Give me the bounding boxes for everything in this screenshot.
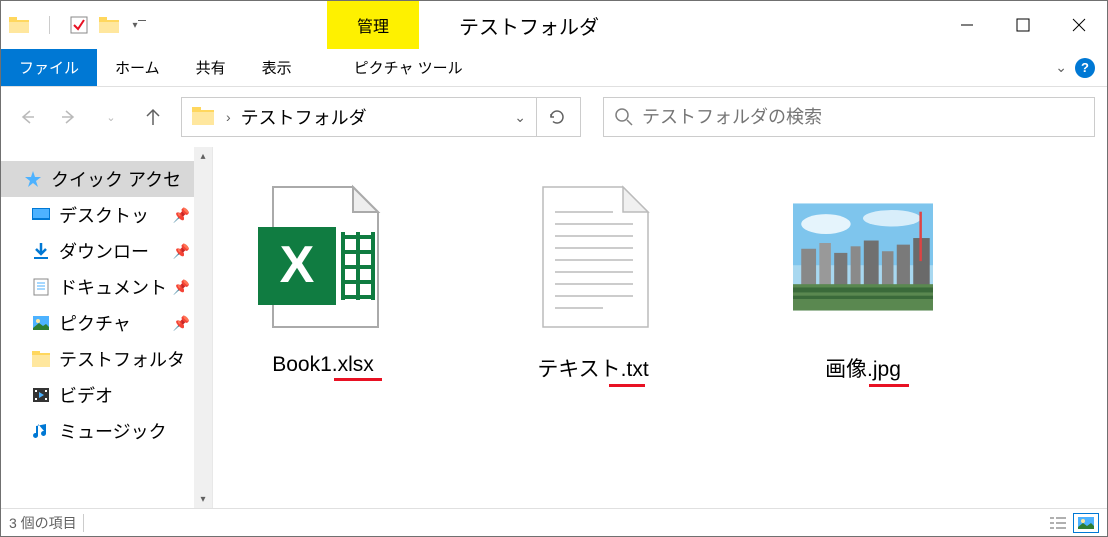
file-tab[interactable]: ファイル [1, 49, 97, 86]
address-folder-icon [192, 107, 216, 128]
sidebar-label: ピクチャ [59, 310, 131, 336]
checkbox-icon[interactable] [67, 13, 91, 37]
folder-small-icon[interactable] [7, 13, 31, 37]
pin-icon: 📌 [173, 315, 190, 332]
folder-small-icon-2[interactable] [97, 13, 121, 37]
svg-text:X: X [280, 236, 315, 294]
star-icon [23, 169, 43, 189]
ribbon-right-controls: ⌄ ? [1055, 49, 1107, 86]
sidebar-label: ダウンロー [59, 238, 149, 264]
qat-dropdown-icon[interactable]: ▾ [127, 13, 151, 37]
download-icon [31, 241, 51, 261]
forward-button[interactable] [55, 103, 83, 131]
view-tab[interactable]: 表示 [244, 49, 310, 86]
sidebar-label: クイック アクセ [51, 166, 181, 192]
files-pane[interactable]: X Book1.xlsx [213, 147, 1107, 508]
status-bar: 3 個の項目 [1, 508, 1107, 536]
sidebar-item-videos[interactable]: ビデオ [1, 377, 212, 413]
text-file-icon [523, 177, 663, 337]
sidebar-item-pictures[interactable]: ピクチャ 📌 [1, 305, 212, 341]
sidebar-item-quick-access[interactable]: クイック アクセ [1, 161, 212, 197]
sidebar-item-documents[interactable]: ドキュメント 📌 [1, 269, 212, 305]
titlebar: ▾ 管理 テストフォルダ [1, 1, 1107, 49]
picture-icon [31, 313, 51, 333]
document-icon [31, 277, 51, 297]
file-item-jpg[interactable]: 画像.jpg [773, 177, 953, 383]
back-button[interactable] [13, 103, 41, 131]
sidebar-item-music[interactable]: ミュージック [1, 413, 212, 449]
file-name: 画像.jpg [825, 353, 901, 383]
window-controls [939, 1, 1107, 49]
manage-tab-header: 管理 [327, 1, 419, 49]
sidebar-scrollbar[interactable]: ▴ ▾ [194, 147, 212, 508]
window-title: テストフォルダ [419, 11, 599, 40]
desktop-icon [31, 205, 51, 225]
home-tab[interactable]: ホーム [97, 49, 178, 86]
image-thumbnail [793, 177, 933, 337]
quick-access-toolbar: ▾ [1, 13, 157, 37]
sidebar-label: ドキュメント [59, 274, 167, 300]
status-divider [83, 514, 84, 532]
file-item-xlsx[interactable]: X Book1.xlsx [233, 177, 413, 377]
ribbon-tabs: ファイル ホーム 共有 表示 ピクチャ ツール ⌄ ? [1, 49, 1107, 87]
scroll-up-icon[interactable]: ▴ [194, 147, 212, 165]
sidebar-label: テストフォルタ [59, 346, 185, 372]
maximize-button[interactable] [995, 1, 1051, 49]
sidebar-label: デスクトッ [59, 202, 149, 228]
scroll-down-icon[interactable]: ▾ [194, 490, 212, 508]
pin-icon: 📌 [173, 207, 190, 224]
address-dropdown-icon[interactable]: ⌄ [504, 109, 536, 126]
address-path[interactable]: テストフォルダ [235, 104, 505, 130]
pin-icon: 📌 [173, 243, 190, 260]
recent-dropdown[interactable]: ⌄ [97, 103, 125, 131]
excel-file-icon: X [253, 177, 393, 337]
minimize-button[interactable] [939, 1, 995, 49]
picture-tools-tab[interactable]: ピクチャ ツール [336, 49, 481, 86]
navigation-pane: クイック アクセ デスクトッ 📌 ダウンロー 📌 ドキュメント 📌 ピクチャ 📌 [1, 147, 213, 508]
sidebar-item-test-folder[interactable]: テストフォルタ [1, 341, 212, 377]
search-input[interactable] [642, 107, 1084, 128]
up-button[interactable] [139, 103, 167, 131]
folder-icon [31, 349, 51, 369]
main-area: クイック アクセ デスクトッ 📌 ダウンロー 📌 ドキュメント 📌 ピクチャ 📌 [1, 147, 1107, 508]
address-chevron-icon[interactable]: › [222, 109, 235, 125]
navigation-row: ⌄ › テストフォルダ ⌄ [1, 87, 1107, 147]
view-switcher [1045, 513, 1099, 533]
item-count: 3 個の項目 [9, 513, 77, 533]
address-bar[interactable]: › テストフォルダ ⌄ [181, 97, 581, 137]
ribbon-expand-icon[interactable]: ⌄ [1055, 59, 1067, 76]
search-icon [614, 107, 634, 127]
pin-icon: 📌 [173, 279, 190, 296]
close-button[interactable] [1051, 1, 1107, 49]
file-name: Book1.xlsx [272, 353, 374, 377]
help-icon[interactable]: ? [1075, 58, 1095, 78]
video-icon [31, 385, 51, 405]
search-box[interactable] [603, 97, 1095, 137]
sidebar-item-desktop[interactable]: デスクトッ 📌 [1, 197, 212, 233]
file-name: テキスト.txt [537, 353, 648, 383]
music-icon [31, 421, 51, 441]
details-view-button[interactable] [1045, 513, 1071, 533]
divider-icon [37, 13, 61, 37]
sidebar-label: ミュージック [59, 418, 167, 444]
contextual-tab-group: 管理 [327, 1, 419, 49]
thumbnails-view-button[interactable] [1073, 513, 1099, 533]
sidebar-item-downloads[interactable]: ダウンロー 📌 [1, 233, 212, 269]
sidebar-label: ビデオ [59, 382, 113, 408]
file-item-txt[interactable]: テキスト.txt [503, 177, 683, 383]
share-tab[interactable]: 共有 [178, 49, 244, 86]
refresh-button[interactable] [536, 97, 576, 137]
